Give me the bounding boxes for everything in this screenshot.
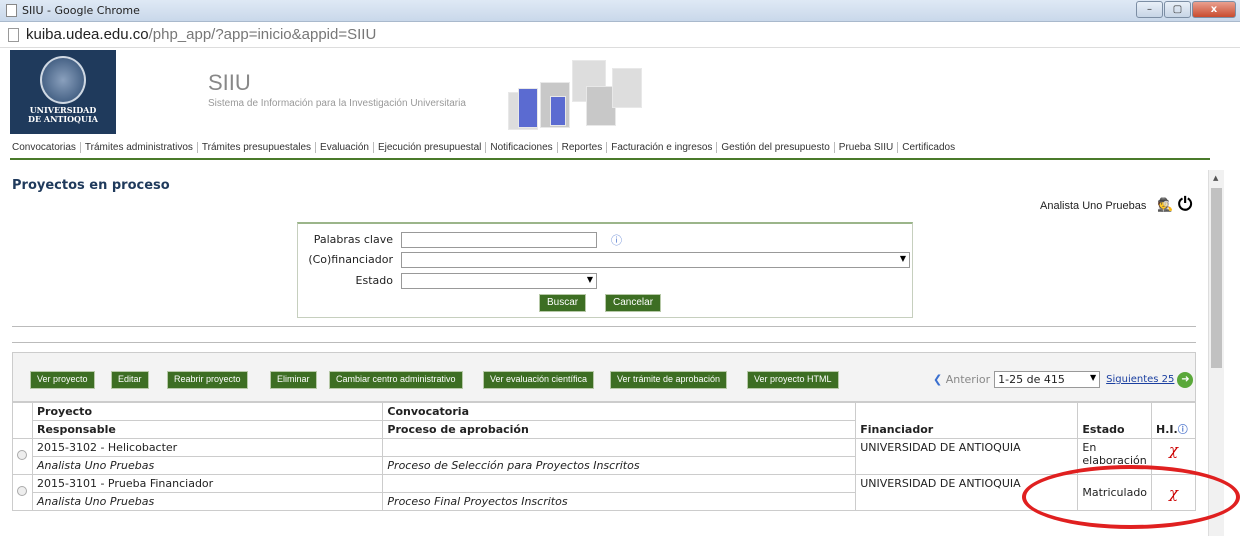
page-title: Proyectos en proceso: [12, 178, 170, 193]
scroll-up-icon[interactable]: ▲: [1213, 174, 1218, 182]
reopen-project-button[interactable]: Reabrir proyecto: [167, 371, 248, 389]
page-icon: [8, 28, 19, 42]
cell-convocatoria: [382, 438, 857, 457]
menu-item-convocatorias[interactable]: Convocatorias: [8, 141, 81, 153]
row-radio[interactable]: [17, 450, 27, 460]
menu-item-reportes[interactable]: Reportes: [558, 141, 608, 153]
next-arrow-icon[interactable]: ➜: [1177, 371, 1194, 388]
chevron-down-icon: ▼: [899, 254, 906, 263]
col-hi[interactable]: H.I.ⓘ: [1151, 402, 1196, 439]
menu-item-evaluacion[interactable]: Evaluación: [316, 141, 374, 153]
info-icon[interactable]: ⓘ: [611, 232, 622, 248]
pager: ❮ Anterior 1-25 de 415 ▼ Siguientes 25 ➜: [933, 371, 1194, 388]
keywords-label: Palabras clave: [313, 233, 393, 246]
table-row[interactable]: 2015-3102 - Helicobacter UNIVERSIDAD DE …: [12, 438, 1196, 475]
minimize-button[interactable]: –: [1136, 1, 1163, 18]
highlight-ellipse: [1022, 465, 1240, 529]
col-proceso[interactable]: Proceso de aprobación: [382, 420, 857, 439]
projects-table: Proyecto Convocatoria Financiador Estado…: [12, 402, 1196, 511]
delete-button[interactable]: Eliminar: [270, 371, 317, 389]
maximize-button[interactable]: ▢: [1164, 1, 1191, 18]
url[interactable]: kuiba.udea.edu.co/php_app/?app=inicio&ap…: [26, 26, 376, 43]
app-title: SIIU: [208, 70, 251, 95]
window-title-bar: SIIU - Google Chrome – ▢ x: [0, 0, 1240, 22]
cell-convocatoria: [382, 474, 857, 493]
menu-item-gestion-presupuesto[interactable]: Gestión del presupuesto: [717, 141, 835, 153]
change-admin-center-button[interactable]: Cambiar centro administrativo: [329, 371, 463, 389]
seal-icon: [40, 56, 86, 104]
col-estado[interactable]: Estado: [1077, 402, 1153, 439]
menu-item-notificaciones[interactable]: Notificaciones: [486, 141, 558, 153]
view-project-button[interactable]: Ver proyecto: [30, 371, 95, 389]
view-scientific-eval-button[interactable]: Ver evaluación científica: [483, 371, 595, 389]
url-host: kuiba.udea.edu.co: [26, 26, 149, 43]
cell-proceso: Proceso Final Proyectos Inscritos: [382, 492, 857, 511]
window-title: SIIU - Google Chrome: [22, 4, 140, 17]
menu-item-facturacion[interactable]: Facturación e ingresos: [607, 141, 718, 153]
next-page-link[interactable]: Siguientes 25: [1106, 374, 1174, 385]
cell-proceso: Proceso de Selección para Proyectos Insc…: [382, 456, 857, 475]
cofinanciador-select[interactable]: ▼: [401, 252, 910, 268]
cell-responsable: Analista Uno Pruebas: [31, 492, 384, 511]
divider: [12, 326, 1196, 327]
menu-divider: [10, 158, 1210, 160]
header-banner: UNIVERSIDAD DE ANTIOQUIA SIIU Sistema de…: [10, 48, 1210, 135]
chevron-down-icon: ▼: [1089, 373, 1097, 382]
menu-item-tramites-presupuestales[interactable]: Trámites presupuestales: [198, 141, 317, 153]
scroll-thumb[interactable]: [1211, 188, 1222, 368]
chevron-left-icon: ❮: [933, 373, 943, 386]
user-icon[interactable]: 🕵: [1157, 198, 1173, 213]
university-logo[interactable]: UNIVERSIDAD DE ANTIOQUIA: [10, 50, 116, 134]
menu-item-certificados[interactable]: Certificados: [898, 142, 959, 153]
estado-label: Estado: [355, 274, 393, 287]
project-toolbar: Ver proyecto Editar Reabrir proyecto Eli…: [12, 352, 1196, 402]
chevron-down-icon: ▼: [586, 275, 593, 284]
table-row[interactable]: 2015-3101 - Prueba Financiador UNIVERSID…: [12, 474, 1196, 511]
cofinanciador-label: (Co)financiador: [308, 253, 393, 266]
table-header-row-1: Proyecto Convocatoria Financiador Estado…: [12, 402, 1196, 439]
menu-item-ejecucion-presupuestal[interactable]: Ejecución presupuestal: [374, 141, 487, 153]
search-button[interactable]: Buscar: [539, 294, 587, 312]
divider: [12, 342, 1196, 343]
view-html-button[interactable]: Ver proyecto HTML: [747, 371, 839, 389]
row-radio[interactable]: [17, 486, 27, 496]
keywords-input[interactable]: [401, 232, 597, 248]
view-approval-button[interactable]: Ver trámite de aprobación: [610, 371, 728, 389]
page-range-value: 1-25 de 415: [998, 373, 1065, 386]
logout-icon[interactable]: ⏻: [1178, 194, 1192, 215]
menu-item-prueba-siiu[interactable]: Prueba SIIU: [835, 141, 899, 153]
col-responsable[interactable]: Responsable: [31, 420, 384, 439]
page-range-select[interactable]: 1-25 de 415 ▼: [994, 371, 1101, 388]
cell-proyecto: 2015-3102 - Helicobacter: [31, 438, 384, 457]
logo-line-2: DE ANTIOQUIA: [28, 114, 98, 124]
cell-responsable: Analista Uno Pruebas: [31, 456, 384, 475]
edit-button[interactable]: Editar: [111, 371, 149, 389]
address-bar[interactable]: kuiba.udea.edu.co/php_app/?app=inicio&ap…: [0, 22, 1240, 48]
col-financiador[interactable]: Financiador: [855, 402, 1079, 439]
menu-item-tramites-administrativos[interactable]: Trámites administrativos: [81, 141, 198, 153]
col-proyecto[interactable]: Proyecto: [31, 402, 384, 421]
close-button[interactable]: x: [1192, 1, 1236, 18]
page-icon: [6, 4, 17, 17]
cell-financiador: UNIVERSIDAD DE ANTIOQUIA: [855, 438, 1079, 475]
cancel-button[interactable]: Cancelar: [605, 294, 662, 312]
url-path: /php_app/?app=inicio&appid=SIIU: [148, 26, 377, 43]
info-icon[interactable]: ⓘ: [1178, 425, 1188, 436]
user-name: Analista Uno Pruebas: [1040, 200, 1147, 212]
prev-page-link[interactable]: ❮ Anterior: [933, 373, 990, 386]
col-convocatoria[interactable]: Convocatoria: [382, 402, 857, 421]
cubes-graphic: [488, 52, 646, 132]
search-panel: Palabras clave ⓘ (Co)financiador ▼ Estad…: [297, 222, 913, 318]
estado-select[interactable]: ▼: [401, 273, 597, 289]
remove-icon[interactable]: χ: [1169, 441, 1178, 459]
cell-proyecto: 2015-3101 - Prueba Financiador: [31, 474, 384, 493]
app-subtitle: Sistema de Información para la Investiga…: [208, 98, 466, 109]
main-menu: Convocatorias Trámites administrativos T…: [8, 136, 959, 158]
